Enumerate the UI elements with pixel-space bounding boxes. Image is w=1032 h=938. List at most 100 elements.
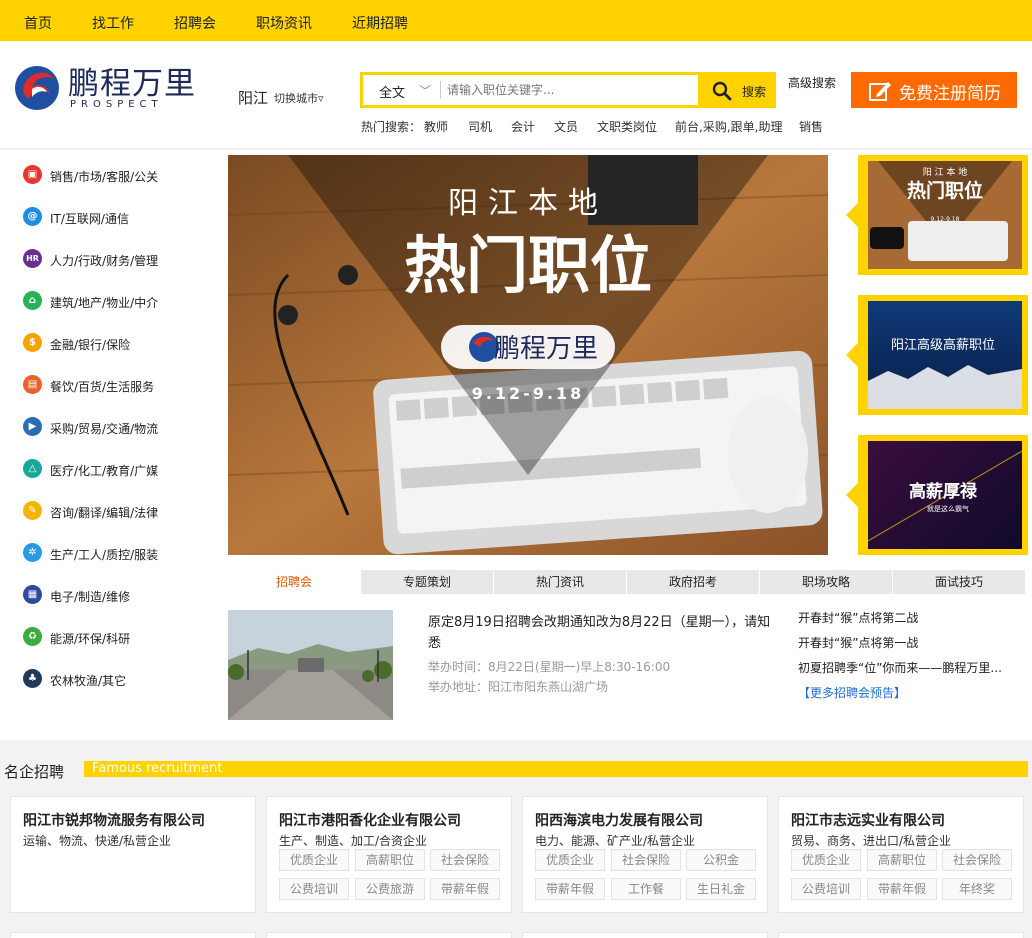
promo-thumb-high-salary[interactable]: 阳江高级高薪职位: [846, 295, 1028, 415]
company-card[interactable]: [778, 932, 1024, 938]
nav-find-job[interactable]: 找工作: [92, 13, 134, 33]
company-card[interactable]: 阳江市港阳香化企业有限公司 生产、制造、加工/合资企业 优质企业 高薪职位 社会…: [266, 796, 512, 913]
news-link[interactable]: 开春封“猴”点将第二战: [798, 609, 1020, 626]
hot-keyword[interactable]: 销售: [799, 118, 823, 135]
search-button[interactable]: 搜索: [700, 72, 776, 108]
register-resume-label: 免费注册简历: [899, 84, 1001, 104]
tab-hot-news[interactable]: 热门资讯: [494, 570, 626, 594]
company-card[interactable]: [522, 932, 768, 938]
company-industry: 贸易、商务、进出口/私营企业: [791, 834, 952, 848]
nav-job-fair[interactable]: 招聘会: [174, 13, 216, 33]
section-title-en: Famous recruitment: [92, 761, 223, 776]
logo-text: 鹏程万里: [68, 66, 196, 102]
banner-brand: 鹏程万里: [494, 334, 598, 364]
more-job-fairs-link[interactable]: 【更多招聘会预告】: [798, 684, 906, 701]
hot-keyword[interactable]: 教师: [424, 118, 448, 135]
category-label: 建筑/地产/物业/中介: [50, 296, 159, 310]
company-industry: 生产、制造、加工/合资企业: [279, 834, 428, 848]
arrow: [846, 481, 860, 509]
advanced-search-link[interactable]: 高级搜索: [788, 74, 836, 91]
arrow: [846, 341, 860, 369]
nav-recent-jobs[interactable]: 近期招聘: [352, 13, 408, 33]
category-label: 农林牧渔/其它: [50, 674, 127, 688]
hot-keyword[interactable]: 文职类岗位: [597, 118, 657, 135]
switch-city-link[interactable]: 切换城市▿: [274, 90, 324, 106]
category-label: 餐饮/百货/生活服务: [50, 380, 155, 394]
flask-icon: △: [23, 459, 42, 478]
tab-interview-tips[interactable]: 面试技巧: [893, 570, 1025, 594]
category-label: 采购/贸易/交通/物流: [50, 422, 159, 436]
tab-government-exam[interactable]: 政府招考: [627, 570, 759, 594]
category-label: 销售/市场/客服/公关: [50, 170, 159, 184]
category-sidebar: ▣ 销售/市场/客服/公关 @ IT/互联网/通信 HR 人力/行政/财务/管理 ⌂ 建…: [16, 155, 202, 715]
thumb-subtitle: 就是这么霸气: [927, 504, 969, 513]
section-title: 名企招聘: [4, 763, 65, 781]
category-label: 电子/制造/维修: [50, 590, 131, 604]
company-name[interactable]: 阳江市锐邦物流服务有限公司: [23, 810, 205, 830]
search-box: 全文 ﹀ 搜索: [360, 72, 776, 108]
news-link[interactable]: 初夏招聘季“位”你而来——鹏程万里...: [798, 659, 1020, 676]
category-label: 能源/环保/科研: [50, 632, 131, 646]
header: 鹏程万里 PROSPECT 阳江 切换城市▿ 全文 ﹀ 搜索 高级搜索 免费注册…: [0, 41, 1032, 148]
news-headline[interactable]: 原定8月19日招聘会改期通知改为8月22日（星期一），请知悉: [428, 612, 778, 654]
nav-home[interactable]: 首页: [24, 13, 52, 33]
tree-icon: ♣: [23, 669, 42, 688]
company-industry: 运输、物流、快递/私营企业: [23, 834, 172, 848]
search-input[interactable]: [447, 80, 687, 100]
benefit-tag: 带薪年假: [867, 878, 937, 900]
logo-icon[interactable]: [14, 65, 60, 111]
news-time: 举办时间：8月22日(星期一)早上8:30-16:00: [428, 660, 671, 674]
company-card[interactable]: 阳西海滨电力发展有限公司 电力、能源、矿产业/私营企业 优质企业 社会保险 公积…: [522, 796, 768, 913]
gear-icon: ✲: [23, 543, 42, 562]
category-label: 生产/工人/质控/服装: [50, 548, 159, 562]
company-industry: 电力、能源、矿产业/私营企业: [535, 834, 696, 848]
dollar-icon: $: [23, 333, 42, 352]
chip-icon: ▦: [23, 585, 42, 604]
thumb-image: 阳江高级高薪职位: [868, 301, 1022, 409]
news-image[interactable]: [228, 610, 393, 720]
company-card[interactable]: 阳江市志远实业有限公司 贸易、商务、进出口/私营企业 优质企业 高薪职位 社会保…: [778, 796, 1024, 913]
benefit-tag: 公费培训: [791, 878, 861, 900]
benefit-tag: 高薪职位: [355, 849, 425, 871]
house-icon: ⌂: [23, 291, 42, 310]
company-card[interactable]: [266, 932, 512, 938]
tab-career-tips[interactable]: 职场攻略: [760, 570, 892, 594]
benefit-tag: 社会保险: [942, 849, 1012, 871]
cart-icon: ▤: [23, 375, 42, 394]
top-nav: 首页 找工作 招聘会 职场资讯 近期招聘: [0, 0, 1032, 41]
benefit-tag: 带薪年假: [430, 878, 500, 900]
promo-thumb-rich-pay[interactable]: 高薪厚禄 就是这么霸气: [846, 435, 1028, 555]
current-city: 阳江: [238, 89, 269, 107]
promo-thumb-hot-jobs[interactable]: 阳 江 本 地 热门职位 9.12-9.18: [846, 155, 1028, 275]
register-resume-button[interactable]: 免费注册简历: [851, 72, 1017, 108]
hot-keyword[interactable]: 前台,采购,跟单,助理: [675, 118, 782, 135]
hot-keyword[interactable]: 文员: [554, 118, 578, 135]
benefit-tag: 优质企业: [535, 849, 605, 871]
thumb-date: 9.12-9.18: [931, 216, 960, 223]
thumb-top-text: 阳 江 本 地: [923, 166, 968, 178]
company-name[interactable]: 阳江市港阳香化企业有限公司: [279, 810, 461, 830]
main-banner[interactable]: 阳江本地 热门职位 鹏程万里 9.12-9.18: [228, 155, 828, 555]
company-name[interactable]: 阳西海滨电力发展有限公司: [535, 810, 703, 830]
company-card[interactable]: [10, 932, 256, 938]
company-card[interactable]: 阳江市锐邦物流服务有限公司 运输、物流、快递/私营企业: [10, 796, 256, 913]
news-link[interactable]: 开春封“猴”点将第一战: [798, 634, 1020, 651]
hot-keyword[interactable]: 会计: [511, 118, 535, 135]
benefit-tag: 年终奖: [942, 878, 1012, 900]
hot-keyword[interactable]: 司机: [468, 118, 492, 135]
benefit-tag: 公积金: [686, 849, 756, 871]
nav-career-news[interactable]: 职场资讯: [256, 13, 312, 33]
company-name[interactable]: 阳江市志远实业有限公司: [791, 810, 945, 830]
at-icon: @: [23, 207, 42, 226]
news-tabs: 招聘会 专题策划 热门资讯 政府招考 职场攻略 面试技巧: [228, 570, 1028, 594]
hot-search-label: 热门搜索：: [361, 120, 422, 134]
thumb-title: 高薪厚禄: [909, 481, 978, 502]
banner-date: 9.12-9.18: [472, 384, 585, 403]
category-label: 医疗/化工/教育/广媒: [50, 464, 159, 478]
benefit-tag: 社会保险: [611, 849, 681, 871]
tab-special[interactable]: 专题策划: [361, 570, 493, 594]
benefit-tag: 社会保险: [430, 849, 500, 871]
tab-job-fair[interactable]: 招聘会: [228, 570, 360, 594]
search-type-select[interactable]: 全文: [379, 82, 405, 101]
benefit-tag: 优质企业: [791, 849, 861, 871]
